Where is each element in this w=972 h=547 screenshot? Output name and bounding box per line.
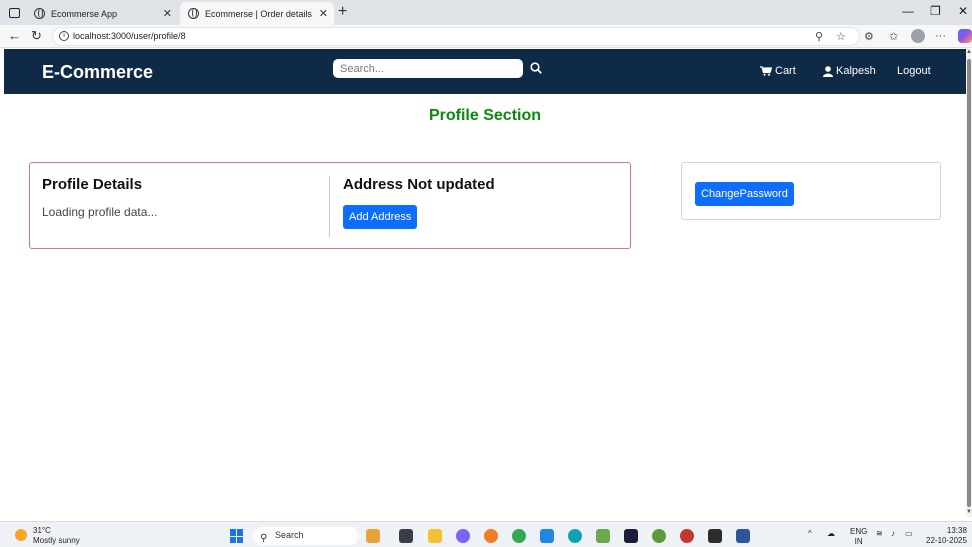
favorites-icon[interactable]: ✩ [889,30,898,43]
wifi-icon[interactable]: ≋ [876,529,883,538]
close-window-icon[interactable]: ✕ [958,4,968,18]
vertical-scrollbar[interactable]: ▲ ▼ [966,49,972,517]
language-indicator[interactable]: ENG IN [850,527,867,547]
battery-icon[interactable]: ▭ [905,529,913,538]
close-tab-icon[interactable]: ✕ [319,7,328,20]
globe-icon [188,8,199,19]
address-section: Address Not updated Add Address [343,176,495,229]
scroll-down-icon[interactable]: ▼ [966,509,972,515]
page-title: Profile Section [428,107,542,124]
edge-icon[interactable] [568,529,582,543]
restore-icon[interactable]: ❐ [930,4,941,18]
profile-details-section: Profile Details Loading profile data... [42,176,157,219]
cart-link[interactable]: Cart [760,65,796,77]
close-tab-icon[interactable]: ✕ [163,7,172,20]
scroll-up-icon[interactable]: ▲ [966,49,972,55]
brand-logo[interactable]: E-Commerce [42,62,153,83]
address-heading: Address Not updated [343,176,495,193]
word-icon[interactable] [736,529,750,543]
divider [329,176,330,237]
new-tab-icon[interactable]: + [338,3,347,21]
region: IN [854,537,863,546]
chrome-icon[interactable] [512,529,526,543]
cart-label: Cart [775,65,796,77]
search-input[interactable] [333,59,523,78]
read-aloud-icon[interactable]: ⚲ [815,30,823,43]
clock[interactable]: 13:38 22-10-2025 [926,526,967,546]
password-card: ChangePassword [681,162,941,220]
weather-widget[interactable]: 31°C Mostly sunny [15,526,80,546]
profile-details-heading: Profile Details [42,176,143,193]
temperature: 31°C [33,526,51,535]
url-field[interactable]: i localhost:3000/user/profile/8 [52,27,860,46]
logout-label: Logout [897,65,931,77]
tab-title: Ecommerse App [51,8,118,19]
taskbar-search-label: Search [275,530,304,540]
terminal-icon[interactable] [708,529,722,543]
copilot-app-icon[interactable] [456,529,470,543]
search-icon: ⚲ [260,533,268,544]
chrome-profile-icon[interactable] [652,529,666,543]
tab-actions-icon[interactable] [5,4,23,21]
onedrive-icon[interactable]: ☁ [827,529,835,538]
windows-taskbar: 31°C Mostly sunny ⚲ Search ^ ☁ ENG IN ≋ … [0,521,972,547]
chrome-profile-icon[interactable] [680,529,694,543]
user-link[interactable]: Kalpesh [823,65,876,77]
site-info-icon[interactable]: i [59,31,69,41]
add-address-button[interactable]: Add Address [343,205,418,229]
cart-icon [760,66,772,76]
browser-tab-1[interactable]: Ecommerse App ✕ [26,2,178,25]
copilot-icon[interactable] [958,29,972,43]
browser-tab-2[interactable]: Ecommerse | Order details ✕ [180,2,334,25]
change-password-button[interactable]: ChangePassword [695,182,794,206]
jetbrains-icon[interactable] [624,529,638,543]
sun-icon [15,529,27,541]
back-icon[interactable]: ← [8,28,21,43]
vscode-icon[interactable] [540,529,554,543]
file-manager-icon[interactable] [399,529,413,543]
taskbar-app-icon[interactable] [366,529,380,543]
scrollbar-thumb[interactable] [967,59,971,507]
user-label: Kalpesh [836,65,876,77]
chevron-up-icon[interactable]: ^ [808,529,812,538]
app-navbar: E-Commerce Cart Kalpesh Logout [4,49,966,94]
refresh-icon[interactable]: ↻ [31,28,42,44]
time: 13:38 [946,526,967,535]
favorite-star-icon[interactable]: ☆ [836,30,846,43]
weather-text: Mostly sunny [33,536,80,545]
minimize-icon[interactable]: — [902,4,914,18]
volume-icon[interactable]: ♪ [891,529,895,538]
tab-title: Ecommerse | Order details [205,8,312,19]
app-icon[interactable] [596,529,610,543]
profile-card: Profile Details Loading profile data... … [29,162,631,249]
folder-icon[interactable] [428,529,442,543]
logout-link[interactable]: Logout [897,65,931,77]
windows-start-icon[interactable] [230,529,244,543]
user-icon [823,65,833,77]
language: ENG [850,527,868,536]
search-icon[interactable] [530,62,542,74]
taskbar-search[interactable]: ⚲ Search [253,527,359,545]
globe-icon [34,8,45,19]
app-icon[interactable] [484,529,498,543]
extensions-icon[interactable]: ⚙ [864,30,874,43]
browser-tab-strip: Ecommerse App ✕ Ecommerse | Order detail… [0,0,972,25]
profile-avatar-icon[interactable] [911,29,925,43]
url-text: localhost:3000/user/profile/8 [73,31,186,41]
address-bar: ← ↻ i localhost:3000/user/profile/8 ⚲ ☆ … [0,25,972,48]
loading-text: Loading profile data... [42,205,158,219]
date: 22-10-2025 [926,536,967,545]
more-icon[interactable]: ··· [935,30,946,42]
